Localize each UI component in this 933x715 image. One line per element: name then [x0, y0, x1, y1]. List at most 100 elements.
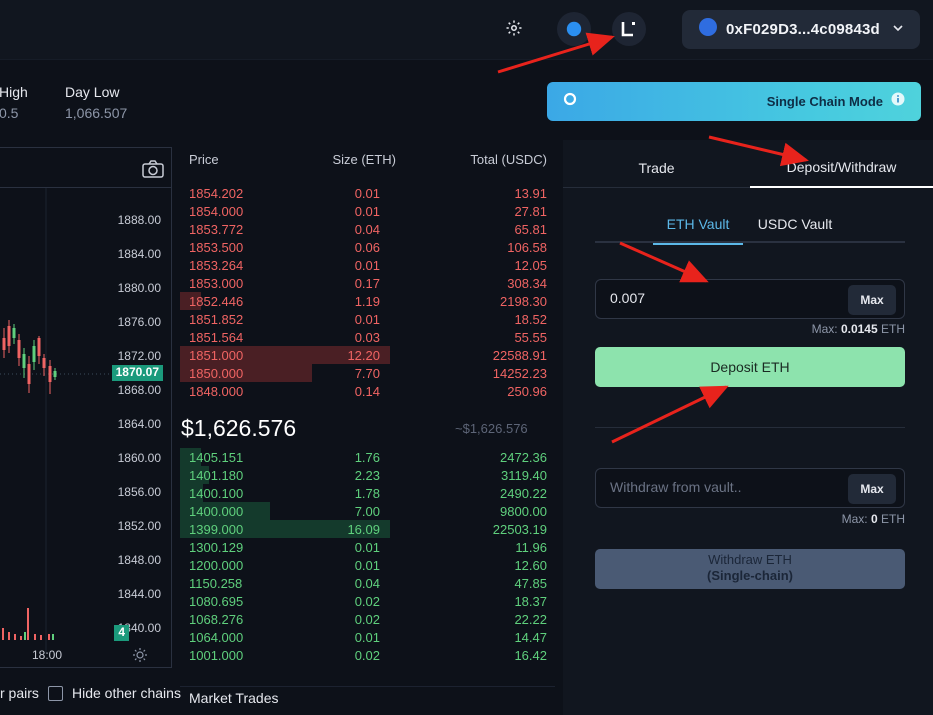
tab-usdc-vault[interactable]: USDC Vault	[750, 205, 840, 243]
max-prefix: Max:	[811, 322, 841, 336]
y-axis-label: 1876.00	[117, 315, 161, 329]
total-cell: 9800.00	[500, 504, 547, 519]
wallet-address: 0xF029D3...4c09843d	[726, 21, 880, 38]
y-axis-label: 1864.00	[117, 417, 161, 431]
hide-chains-checkbox[interactable]	[48, 685, 63, 701]
total-cell: 22503.19	[492, 522, 547, 537]
settings-gear-icon[interactable]	[500, 14, 528, 42]
bid-row[interactable]: 1401.180 2.23 3119.40	[180, 466, 555, 484]
deposit-eth-button[interactable]: Deposit ETH	[595, 347, 905, 387]
candlestick-plot	[0, 188, 110, 654]
ask-row[interactable]: 1853.264 0.01 12.05	[180, 256, 555, 274]
total-cell: 2198.30	[500, 294, 547, 309]
order-book-header: Price Size (ETH) Total (USDC)	[180, 152, 555, 168]
max-unit: ETH	[877, 512, 905, 526]
y-axis-label: 1860.00	[117, 451, 161, 465]
bid-row[interactable]: 1068.276 0.02 22.22	[180, 610, 555, 628]
ask-row[interactable]: 1853.500 0.06 106.58	[180, 238, 555, 256]
deposit-max-info: Max: 0.0145 ETH	[812, 322, 905, 336]
bid-row[interactable]: 1080.695 0.02 18.37	[180, 592, 555, 610]
total-cell: 12.05	[514, 258, 547, 273]
mode-toggle-icon[interactable]	[563, 92, 577, 111]
total-cell: 16.42	[514, 648, 547, 663]
total-cell: 11.96	[515, 540, 547, 555]
total-cell: 55.55	[514, 330, 547, 345]
bid-row[interactable]: 1399.000 16.09 22503.19	[180, 520, 555, 538]
network-logo-icon[interactable]	[557, 12, 591, 46]
mid-price-secondary: ~$1,626.576	[455, 421, 528, 436]
total-cell: 18.37	[514, 594, 547, 609]
ask-row[interactable]: 1848.000 0.14 250.96	[180, 382, 555, 400]
ask-row[interactable]: 1851.000 12.20 22588.91	[180, 346, 555, 364]
y-axis-label: 1852.00	[117, 519, 161, 533]
withdraw-amount-input[interactable]	[610, 479, 830, 495]
total-cell: 308.34	[507, 276, 547, 291]
ask-row[interactable]: 1853.000 0.17 308.34	[180, 274, 555, 292]
hide-chains-toggle[interactable]: Hide other chains	[48, 685, 181, 701]
withdraw-eth-button[interactable]: Withdraw ETH (Single-chain)	[595, 549, 905, 589]
volume-badge: 4	[114, 625, 129, 641]
total-cell: 3119.40	[500, 468, 547, 483]
panel-tabs: Trade Deposit/Withdraw	[563, 148, 933, 188]
bid-row[interactable]: 1001.000 0.02 16.42	[180, 646, 555, 664]
ask-row[interactable]: 1851.852 0.01 18.52	[180, 310, 555, 328]
market-trades-header: Market Trades	[180, 686, 555, 715]
tab-deposit-withdraw[interactable]: Deposit/Withdraw	[750, 148, 933, 188]
day-high-label: High	[0, 84, 28, 100]
withdraw-amount-field[interactable]: Max	[595, 468, 905, 508]
total-cell: 106.58	[507, 240, 547, 255]
ask-row[interactable]: 1853.772 0.04 65.81	[180, 220, 555, 238]
total-cell: 18.52	[514, 312, 547, 327]
ask-row[interactable]: 1854.000 0.01 27.81	[180, 202, 555, 220]
tab-eth-vault[interactable]: ETH Vault	[653, 205, 743, 245]
bid-row[interactable]: 1300.129 0.01 11.96	[180, 538, 555, 556]
deposit-max-button[interactable]: Max	[848, 285, 896, 315]
y-axis-label: 1868.00	[117, 383, 161, 397]
l-logo-icon[interactable]	[612, 12, 646, 46]
ask-row[interactable]: 1851.564 0.03 55.55	[180, 328, 555, 346]
withdraw-max-button[interactable]: Max	[848, 474, 896, 504]
price-chart[interactable]: 1888.00 1884.00 1880.00 1876.00 1872.00 …	[0, 147, 172, 668]
y-axis-label: 1880.00	[117, 281, 161, 295]
bid-row[interactable]: 1400.100 1.78 2490.22	[180, 484, 555, 502]
single-chain-mode-banner[interactable]: Single Chain Mode	[547, 82, 921, 121]
day-low-label: Day Low	[65, 84, 120, 100]
bid-row[interactable]: 1405.151 1.76 2472.36	[180, 448, 555, 466]
deposit-amount-input[interactable]	[610, 290, 830, 306]
info-icon[interactable]	[891, 92, 905, 111]
bid-row[interactable]: 1150.258 0.04 47.85	[180, 574, 555, 592]
total-cell: 47.85	[514, 576, 547, 591]
current-price-badge: 1870.07	[111, 365, 163, 381]
max-unit: ETH	[877, 322, 905, 336]
bid-row[interactable]: 1064.000 0.01 14.47	[180, 628, 555, 646]
time-axis-label: 18:00	[32, 648, 63, 662]
total-cell: 2472.36	[500, 450, 547, 465]
day-low-stat: Day Low 1,066.507	[65, 84, 127, 121]
wallet-selector[interactable]: 0xF029D3...4c09843d	[682, 10, 920, 49]
ask-row[interactable]: 1852.446 1.19 2198.30	[180, 292, 555, 310]
withdraw-button-line1: Withdraw ETH	[708, 552, 792, 567]
total-cell: 27.81	[514, 204, 547, 219]
camera-icon[interactable]	[142, 160, 164, 183]
mid-price: $1,626.576	[181, 415, 297, 441]
tab-trade[interactable]: Trade	[563, 148, 750, 188]
day-high-value: 0.5	[0, 105, 19, 121]
bid-row[interactable]: 1400.000 7.00 9800.00	[180, 502, 555, 520]
total-cell: 14.47	[514, 630, 547, 645]
ask-row[interactable]: 1850.000 7.70 14252.23	[180, 364, 555, 382]
max-prefix: Max:	[841, 512, 871, 526]
total-cell: 65.81	[514, 222, 547, 237]
total-cell: 22.22	[514, 612, 547, 627]
ask-row[interactable]: 1854.202 0.01 13.91	[180, 184, 555, 202]
chart-settings-icon[interactable]	[132, 647, 148, 667]
withdraw-max-value: 0	[870, 512, 878, 526]
y-axis-label: 1884.00	[117, 247, 161, 261]
withdraw-max-info: Max: 0 ETH	[842, 512, 905, 526]
withdraw-button-line2: (Single-chain)	[707, 568, 793, 583]
day-high-stat: High 0.5	[0, 84, 28, 121]
deposit-amount-field[interactable]: Max	[595, 279, 905, 319]
deposit-max-value: 0.0145	[840, 322, 878, 336]
bid-row[interactable]: 1200.000 0.01 12.60	[180, 556, 555, 574]
hide-chains-label: Hide other chains	[72, 685, 181, 701]
y-axis-label: 1872.00	[117, 349, 161, 363]
